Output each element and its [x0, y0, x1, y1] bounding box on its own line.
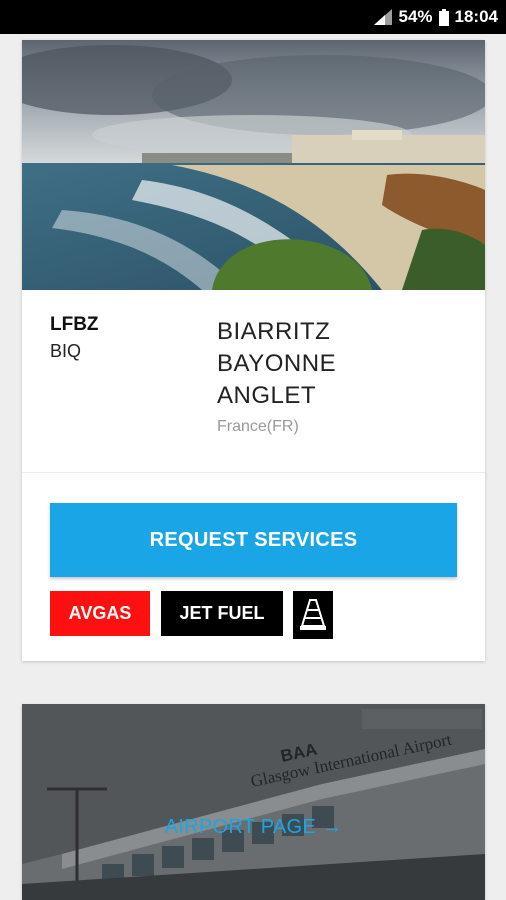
jet-fuel-badge: JET FUEL	[161, 591, 283, 636]
signal-icon	[374, 9, 393, 25]
country: France(FR)	[217, 418, 299, 435]
status-bar: 54% 18:04	[0, 0, 506, 34]
airport-terminal-photo: Glasgow International Airport BAA	[22, 704, 485, 900]
airport-card: LFBZ BIQ BIARRITZ BAYONNE ANGLET France(…	[22, 40, 485, 661]
airport-page-link[interactable]: AIRPORT PAGE →	[22, 816, 485, 839]
avgas-badge: AVGAS	[50, 591, 150, 636]
icao-code: LFBZ	[50, 314, 99, 335]
traffic-cone-icon	[293, 591, 333, 639]
divider	[22, 472, 485, 473]
airport-page-label: AIRPORT PAGE	[164, 816, 317, 838]
battery-icon	[438, 8, 449, 26]
clock: 18:04	[454, 7, 498, 26]
iata-code: BIQ	[50, 341, 82, 361]
city-line: BIARRITZ	[217, 318, 331, 345]
battery-percent: 54%	[398, 7, 433, 26]
airport-city: BIARRITZ BAYONNE ANGLET France(FR)	[217, 316, 447, 436]
request-services-button[interactable]: REQUEST SERVICES	[50, 503, 457, 577]
arrow-right-icon: →	[322, 816, 343, 838]
airport-hero-photo	[22, 40, 485, 290]
airport-page-card[interactable]: Glasgow International Airport BAA AIRPOR…	[22, 704, 485, 900]
airport-codes: LFBZ BIQ	[50, 312, 99, 364]
city-line: BAYONNE	[217, 350, 337, 377]
city-line: ANGLET	[217, 382, 317, 409]
